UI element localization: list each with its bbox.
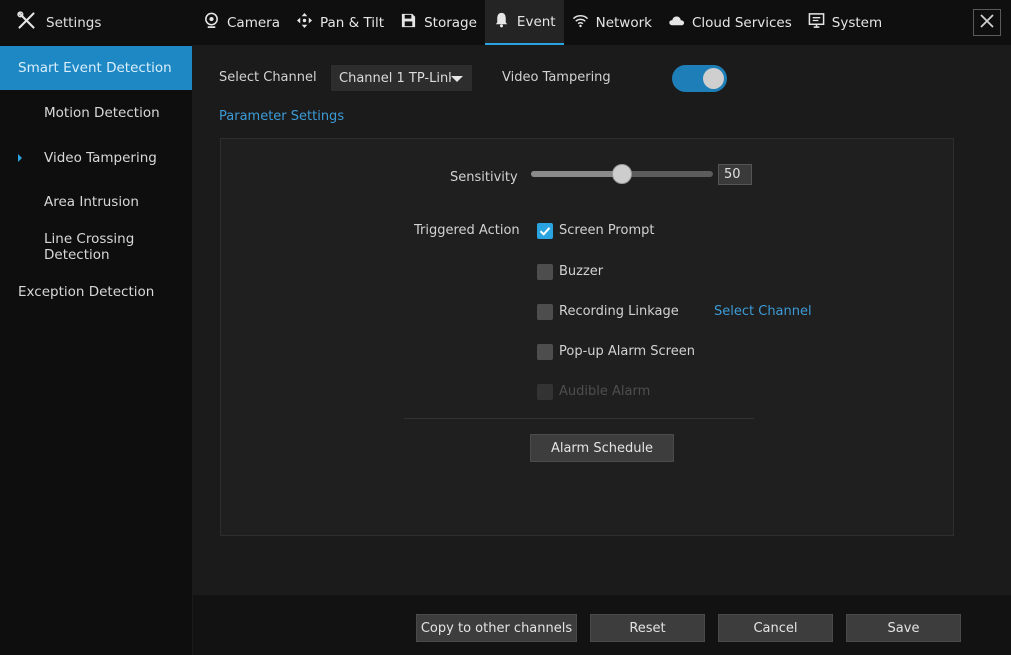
sidebar-item-video-tampering[interactable]: Video Tampering bbox=[0, 136, 192, 180]
pan-tilt-icon bbox=[296, 12, 313, 33]
buzzer-label: Buzzer bbox=[559, 264, 604, 279]
slider-fill bbox=[531, 171, 622, 177]
tab-label: Storage bbox=[424, 14, 477, 31]
sidebar-item-label: Area Intrusion bbox=[44, 194, 139, 210]
brand-label: Settings bbox=[46, 14, 102, 31]
cancel-button[interactable]: Cancel bbox=[718, 614, 833, 642]
sidebar-item-motion-detection[interactable]: Motion Detection bbox=[0, 91, 192, 135]
alarm-schedule-button[interactable]: Alarm Schedule bbox=[530, 434, 674, 462]
sidebar-item-label: Exception Detection bbox=[18, 284, 155, 300]
main-tabs: Camera Pan & Tilt Storage Event Network … bbox=[195, 0, 890, 45]
channel-select-value: Channel 1 TP-Link IPC bbox=[339, 70, 451, 86]
tab-label: Event bbox=[516, 13, 556, 30]
sidebar-item-area-intrusion[interactable]: Area Intrusion bbox=[0, 180, 192, 224]
buzzer-checkbox[interactable] bbox=[537, 264, 553, 280]
tab-network[interactable]: Network bbox=[564, 0, 660, 45]
sidebar-item-label: Video Tampering bbox=[44, 150, 157, 166]
tab-label: Network bbox=[595, 14, 652, 31]
sidebar-item-smart-event-detection[interactable]: Smart Event Detection bbox=[0, 46, 192, 90]
tab-cloud-services[interactable]: Cloud Services bbox=[660, 0, 800, 45]
sidebar-item-label: Line Crossing Detection bbox=[44, 231, 135, 263]
select-channel-link[interactable]: Select Channel bbox=[714, 304, 812, 319]
cloud-icon bbox=[668, 12, 685, 33]
screen-prompt-label: Screen Prompt bbox=[559, 223, 655, 238]
tab-label: Camera bbox=[227, 14, 280, 31]
sidebar: Smart Event Detection Motion Detection V… bbox=[0, 45, 192, 655]
video-tampering-toggle[interactable] bbox=[672, 65, 727, 92]
save-button[interactable]: Save bbox=[846, 614, 961, 642]
monitor-icon bbox=[808, 12, 825, 33]
popup-alarm-screen-label: Pop-up Alarm Screen bbox=[559, 344, 695, 359]
popup-alarm-screen-checkbox[interactable] bbox=[537, 344, 553, 360]
chevron-down-icon bbox=[451, 76, 463, 82]
current-item-arrow-icon bbox=[18, 154, 22, 162]
settings-brand: Settings bbox=[16, 0, 101, 45]
sidebar-item-line-crossing-detection[interactable]: Line Crossing Detection bbox=[0, 225, 192, 269]
tools-icon bbox=[16, 10, 37, 35]
tab-pan-tilt[interactable]: Pan & Tilt bbox=[288, 0, 392, 45]
checkmark-icon bbox=[539, 227, 551, 236]
sidebar-item-label: Smart Event Detection bbox=[18, 60, 172, 76]
screen-prompt-checkbox[interactable] bbox=[537, 223, 553, 239]
tab-camera[interactable]: Camera bbox=[195, 0, 288, 45]
select-channel-label: Select Channel bbox=[219, 70, 317, 85]
toggle-knob bbox=[703, 68, 724, 89]
tab-label: Cloud Services bbox=[691, 14, 792, 31]
audible-alarm-checkbox bbox=[537, 384, 553, 400]
triggered-action-label: Triggered Action bbox=[414, 223, 520, 238]
bell-icon bbox=[493, 11, 510, 32]
slider-thumb[interactable] bbox=[612, 164, 632, 184]
tab-label: System bbox=[831, 14, 883, 31]
tab-system[interactable]: System bbox=[800, 0, 890, 45]
storage-icon bbox=[400, 12, 417, 33]
camera-icon bbox=[203, 12, 220, 33]
parameter-panel bbox=[220, 138, 954, 536]
close-button[interactable] bbox=[973, 9, 1001, 36]
top-bar: Settings Camera Pan & Tilt Storage Event… bbox=[0, 0, 1011, 45]
tab-storage[interactable]: Storage bbox=[392, 0, 485, 45]
sensitivity-label: Sensitivity bbox=[450, 170, 518, 185]
video-tampering-label: Video Tampering bbox=[502, 70, 611, 85]
parameter-settings-label: Parameter Settings bbox=[219, 109, 345, 124]
sensitivity-value-field[interactable]: 50 bbox=[718, 164, 752, 185]
wifi-icon bbox=[572, 12, 589, 33]
tab-label: Pan & Tilt bbox=[319, 14, 385, 31]
audible-alarm-label: Audible Alarm bbox=[559, 384, 651, 399]
sidebar-item-label: Motion Detection bbox=[44, 105, 160, 121]
close-icon bbox=[979, 13, 995, 33]
sensitivity-slider[interactable] bbox=[531, 164, 713, 184]
channel-select[interactable]: Channel 1 TP-Link IPC bbox=[330, 64, 473, 92]
sidebar-item-exception-detection[interactable]: Exception Detection bbox=[0, 270, 192, 314]
recording-linkage-checkbox[interactable] bbox=[537, 304, 553, 320]
reset-button[interactable]: Reset bbox=[590, 614, 705, 642]
recording-linkage-label: Recording Linkage bbox=[559, 304, 679, 319]
panel-divider bbox=[404, 418, 754, 419]
tab-event[interactable]: Event bbox=[484, 0, 564, 45]
copy-to-other-channels-button[interactable]: Copy to other channels bbox=[416, 614, 577, 642]
